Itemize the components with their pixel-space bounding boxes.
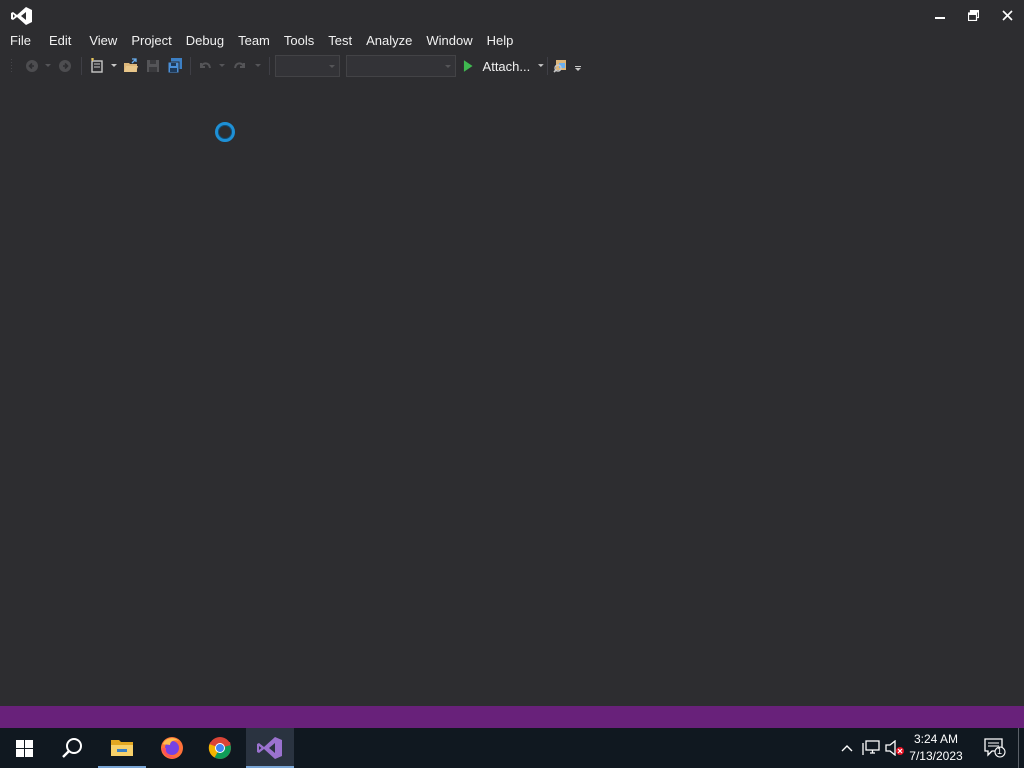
attach-label: Attach...: [482, 58, 531, 74]
taskbar-chrome[interactable]: [196, 728, 244, 768]
volume-muted-icon: [885, 740, 904, 756]
new-project-dropdown-icon[interactable]: [108, 54, 120, 78]
save-all-button[interactable]: [164, 54, 186, 78]
chrome-icon: [208, 737, 231, 759]
play-icon: [463, 60, 473, 72]
menu-debug[interactable]: Debug: [179, 30, 231, 52]
title-bar[interactable]: [0, 0, 1024, 30]
start-debugging-button[interactable]: Attach...: [462, 54, 544, 78]
menu-test[interactable]: Test: [321, 30, 359, 52]
taskbar-file-explorer[interactable]: [98, 728, 146, 768]
solution-platforms-combo[interactable]: [346, 55, 456, 77]
menu-edit[interactable]: Edit: [38, 30, 78, 52]
toolbar-separator: [547, 57, 548, 75]
taskbar-visual-studio[interactable]: [246, 728, 294, 768]
restore-button[interactable]: [956, 0, 990, 30]
show-desktop-button[interactable]: [1018, 728, 1024, 768]
file-explorer-icon: [111, 740, 133, 756]
chevron-up-icon: [841, 745, 853, 752]
start-button[interactable]: [0, 728, 48, 768]
status-bar: [0, 706, 1024, 728]
chevron-down-icon: [445, 65, 451, 68]
taskbar-firefox[interactable]: [148, 728, 196, 768]
save-button[interactable]: [143, 54, 163, 78]
taskbar: 3:24 AM 7/13/2023 1: [0, 728, 1024, 768]
clock-date: 7/13/2023: [909, 749, 963, 763]
search-icon: [62, 738, 82, 758]
volume-button[interactable]: [884, 728, 906, 768]
windows-logo-icon: [15, 739, 33, 757]
navigate-back-dropdown-icon[interactable]: [42, 54, 54, 78]
menu-bar: File Edit View Project Debug Team Tools …: [0, 30, 520, 52]
network-status-button[interactable]: [860, 728, 882, 768]
minimize-button[interactable]: [923, 0, 957, 30]
visual-studio-window: File Edit View Project Debug Team Tools …: [0, 0, 1024, 728]
menu-tools[interactable]: Tools: [277, 30, 321, 52]
loading-spinner-icon: [215, 122, 235, 142]
visual-studio-logo-icon[interactable]: [11, 6, 33, 26]
show-hidden-icons-button[interactable]: [838, 728, 856, 768]
search-button[interactable]: [48, 728, 96, 768]
notification-count-badge: 1: [997, 746, 1003, 756]
standard-toolbar: Attach...: [0, 54, 1024, 78]
firefox-icon: [161, 737, 183, 759]
action-center-button[interactable]: 1: [980, 728, 1010, 768]
menu-project[interactable]: Project: [124, 30, 178, 52]
new-project-button[interactable]: [87, 54, 107, 78]
toolbar-separator: [190, 57, 191, 75]
clock[interactable]: 3:24 AM 7/13/2023: [906, 731, 966, 765]
redo-dropdown-icon[interactable]: [252, 54, 264, 78]
chevron-down-icon: [538, 64, 544, 67]
toolbar-separator: [81, 57, 82, 75]
menu-analyze[interactable]: Analyze: [359, 30, 419, 52]
menu-team[interactable]: Team: [231, 30, 277, 52]
close-button[interactable]: [990, 0, 1024, 30]
clock-time: 3:24 AM: [913, 732, 959, 746]
toolbar-options-icon[interactable]: [572, 54, 584, 78]
redo-button[interactable]: [230, 54, 250, 78]
network-icon: [862, 740, 880, 755]
find-in-files-button[interactable]: [551, 54, 571, 78]
notifications-icon: [984, 738, 1006, 758]
undo-dropdown-icon[interactable]: [216, 54, 228, 78]
toolbar-grip-icon[interactable]: [8, 54, 16, 78]
undo-button[interactable]: [195, 54, 215, 78]
open-file-button[interactable]: [121, 54, 141, 78]
toolbar-separator: [269, 57, 270, 75]
solution-configurations-combo[interactable]: [275, 55, 340, 77]
visual-studio-icon: [257, 737, 282, 759]
navigate-back-button[interactable]: [22, 54, 42, 78]
menu-view[interactable]: View: [78, 30, 124, 52]
menu-window[interactable]: Window: [419, 30, 479, 52]
menu-help[interactable]: Help: [480, 30, 521, 52]
menu-file[interactable]: File: [0, 30, 38, 52]
navigate-forward-button[interactable]: [55, 54, 75, 78]
chevron-down-icon: [329, 65, 335, 68]
